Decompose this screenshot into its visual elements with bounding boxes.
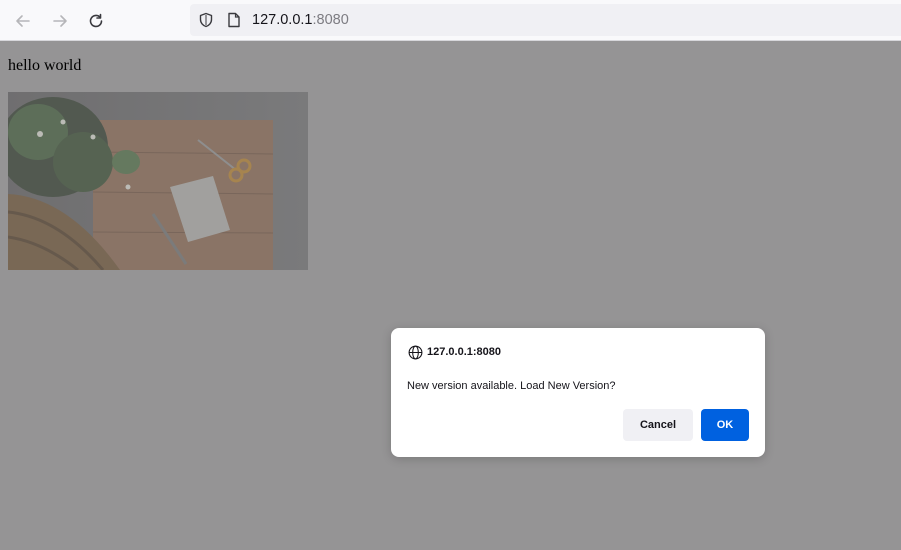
arrow-left-icon (16, 15, 30, 27)
arrow-right-icon (53, 15, 67, 27)
hello-text: hello world (8, 57, 82, 74)
url-port: :8080 (312, 12, 349, 28)
flowers-photo (8, 92, 308, 270)
url-host: 127.0.0.1 (252, 12, 313, 28)
browser-toolbar: 127.0.0.1:8080 (0, 0, 901, 41)
dialog-message: New version available. Load New Version? (407, 380, 616, 392)
page-content: hello world (0, 41, 901, 550)
back-button[interactable] (10, 8, 36, 34)
globe-icon (408, 345, 423, 360)
reload-button[interactable] (83, 8, 109, 34)
page-icon[interactable] (227, 12, 241, 28)
cancel-button[interactable]: Cancel (623, 409, 693, 441)
ok-button[interactable]: OK (701, 409, 749, 441)
reload-icon (89, 13, 103, 28)
shield-icon[interactable] (198, 12, 214, 28)
dialog-origin: 127.0.0.1:8080 (427, 346, 502, 358)
forward-button[interactable] (47, 8, 73, 34)
url-text[interactable]: 127.0.0.1:8080 (252, 12, 349, 29)
alert-dialog: 127.0.0.1:8080 New version available. Lo… (391, 328, 765, 457)
url-bar[interactable]: 127.0.0.1:8080 (190, 4, 901, 36)
